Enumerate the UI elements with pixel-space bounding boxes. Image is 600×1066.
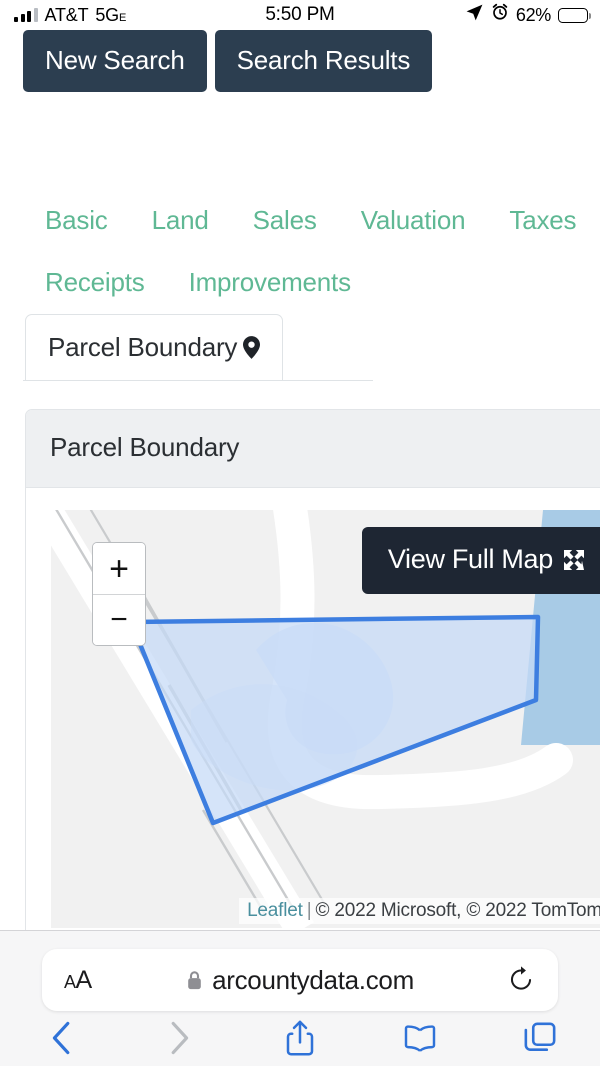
- forward-button[interactable]: [120, 1021, 240, 1055]
- tab-sales[interactable]: Sales: [231, 190, 339, 252]
- address-bar[interactable]: AA arcountydata.com: [42, 949, 558, 1011]
- url-text: arcountydata.com: [212, 964, 414, 995]
- book-icon: [403, 1024, 437, 1052]
- chevron-right-icon: [170, 1021, 191, 1055]
- zoom-in-button[interactable]: +: [93, 543, 145, 594]
- expand-arrows-icon: [562, 548, 586, 572]
- view-full-map-label: View Full Map: [387, 544, 553, 574]
- map-pin-icon: [243, 335, 261, 359]
- leaflet-link[interactable]: Leaflet: [247, 900, 303, 921]
- zoom-out-button[interactable]: −: [93, 594, 145, 645]
- view-full-map-button[interactable]: View Full Map: [361, 527, 600, 594]
- safari-browser-chrome: AA arcountydata.com: [0, 930, 600, 1066]
- bookmarks-button[interactable]: [360, 1024, 480, 1052]
- tab-strip-underline: [23, 379, 373, 381]
- tab-parcel-boundary-label: Parcel Boundary: [48, 332, 238, 362]
- lock-icon: [186, 970, 203, 991]
- ios-status-bar: AT&T 5GE 5:50 PM 62%: [0, 0, 600, 30]
- safari-toolbar: [0, 1010, 600, 1066]
- tab-receipts[interactable]: Receipts: [23, 252, 167, 314]
- font-size-button[interactable]: AA: [64, 966, 92, 995]
- map-zoom-control: + −: [92, 542, 146, 646]
- back-button[interactable]: [0, 1021, 120, 1055]
- tab-list: Basic Land Sales Valuation Taxes Receipt…: [23, 190, 600, 381]
- top-button-row: New Search Search Results: [0, 30, 600, 92]
- tabs-icon: [524, 1022, 556, 1054]
- tab-basic[interactable]: Basic: [23, 190, 130, 252]
- map-attribution: Leaflet | © 2022 Microsoft, © 2022 TomTom: [239, 898, 600, 924]
- status-bar-right: 62%: [465, 3, 591, 28]
- alarm-clock-icon: [491, 3, 509, 27]
- parcel-tabs: Basic Land Sales Valuation Taxes Receipt…: [23, 92, 600, 381]
- attribution-credits: © 2022 Microsoft, © 2022 TomTom: [315, 900, 600, 921]
- chevron-left-icon: [50, 1021, 71, 1055]
- tab-land[interactable]: Land: [130, 190, 231, 252]
- share-icon: [285, 1020, 315, 1056]
- tab-improvements[interactable]: Improvements: [167, 252, 373, 314]
- card-title: Parcel Boundary: [26, 410, 600, 488]
- new-search-button[interactable]: New Search: [23, 30, 207, 92]
- tabs-button[interactable]: [480, 1022, 600, 1054]
- reload-icon[interactable]: [508, 966, 534, 994]
- search-results-button[interactable]: Search Results: [214, 30, 433, 92]
- tab-taxes[interactable]: Taxes: [487, 190, 598, 252]
- tab-valuation[interactable]: Valuation: [339, 190, 488, 252]
- battery-icon: [558, 7, 591, 23]
- safari-browser-screen: AT&T 5GE 5:50 PM 62% New Search Search R…: [0, 0, 600, 1066]
- attribution-separator: |: [306, 900, 312, 921]
- tab-parcel-boundary[interactable]: Parcel Boundary: [25, 314, 284, 381]
- url-group: arcountydata.com: [42, 965, 558, 996]
- battery-percent-label: 62%: [515, 4, 551, 25]
- leaflet-map[interactable]: + − View Full Map Leaflet | © 2022 Micro…: [51, 510, 600, 928]
- parcel-boundary-card: Parcel Boundary + − View Full Map Leafle…: [25, 409, 600, 930]
- location-arrow-icon: [465, 3, 484, 28]
- web-page-content: New Search Search Results Basic Land Sal…: [0, 30, 600, 930]
- share-button[interactable]: [240, 1020, 360, 1056]
